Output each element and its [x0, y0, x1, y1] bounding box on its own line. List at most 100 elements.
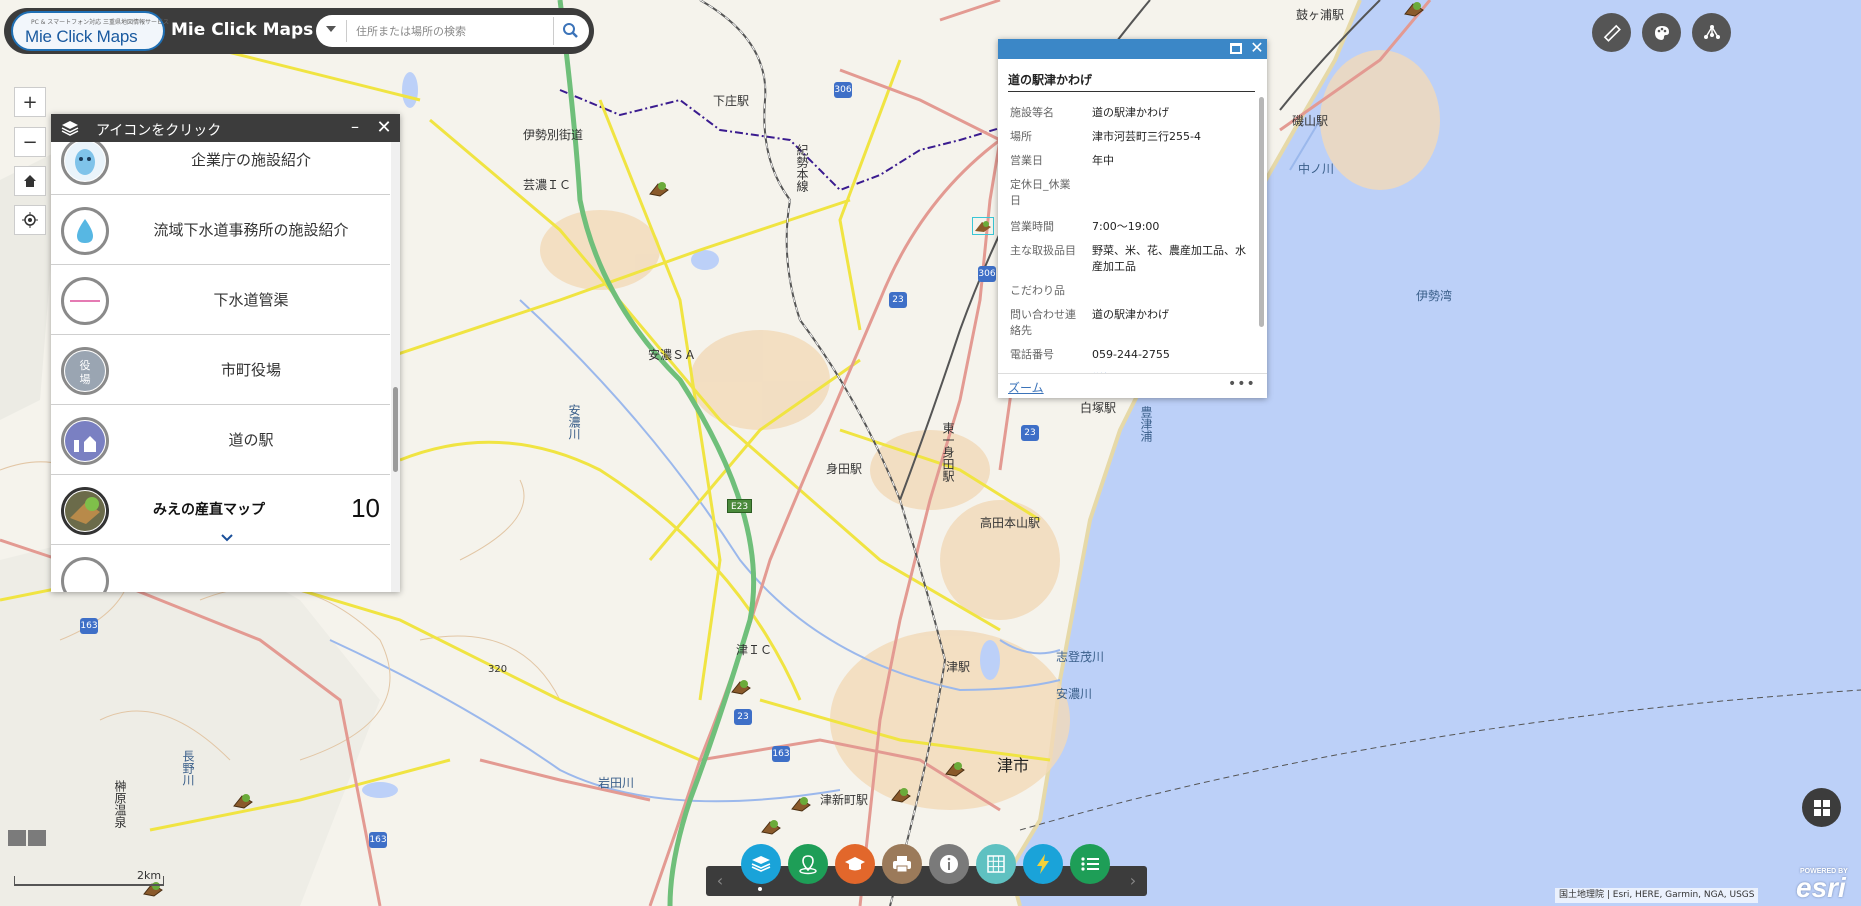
chevron-down-icon[interactable] — [221, 533, 233, 543]
popup-scrollbar[interactable] — [1258, 97, 1265, 373]
overview-toggle-right[interactable] — [28, 830, 46, 846]
field-key: 営業時間 — [1010, 220, 1054, 233]
scroll-thumb[interactable] — [393, 387, 398, 472]
layer-item[interactable]: 道の駅 — [51, 405, 390, 475]
layers-button[interactable] — [741, 844, 781, 884]
list-button[interactable] — [1070, 844, 1110, 884]
layer-item[interactable] — [51, 545, 390, 592]
layer-item[interactable]: 流域下水道事務所の施設紹介 — [51, 195, 390, 265]
field-key: こだわり品 — [1010, 284, 1065, 297]
list-icon — [1081, 857, 1099, 871]
field-value: 野菜、米、花、農産加工品、水産加工品 — [1092, 244, 1246, 273]
print-icon — [893, 856, 911, 873]
farm-marker-icon[interactable] — [944, 760, 966, 778]
layer-item[interactable]: 企業庁の施設紹介 — [51, 142, 390, 195]
more-actions-button[interactable]: ••• — [1228, 376, 1256, 392]
search-source-dropdown[interactable] — [326, 26, 336, 32]
overview-toggle-left[interactable] — [8, 830, 26, 846]
search-button[interactable] — [553, 17, 585, 45]
map-pin-icon — [799, 855, 817, 875]
education-button[interactable] — [835, 844, 875, 884]
map-pin-button[interactable] — [788, 844, 828, 884]
layer-item[interactable]: 下水道管渠 — [51, 265, 390, 335]
map-label: 津ＩＣ — [736, 643, 773, 657]
info-button[interactable] — [929, 844, 969, 884]
popup-close-button[interactable]: ✕ — [1248, 38, 1266, 58]
field-key: 施設等名 — [1010, 106, 1054, 119]
scroll-thumb[interactable] — [1259, 97, 1264, 327]
print-button[interactable] — [882, 844, 922, 884]
map-label: 身田駅 — [826, 462, 863, 476]
farm-marker-icon[interactable] — [648, 180, 670, 198]
map-label: 岩田川 — [598, 776, 635, 790]
field-value: 道の駅津かわげ — [1092, 308, 1169, 321]
route-shield: 163 — [369, 832, 387, 848]
map-label: 津新町駅 — [820, 793, 869, 807]
palette-icon — [1654, 25, 1669, 40]
route-shield: 23 — [889, 292, 907, 308]
close-button[interactable]: ✕ — [371, 114, 397, 142]
layer-item[interactable]: みえの産直マップ 10 — [51, 475, 390, 545]
map-label: 磯山駅 — [1292, 114, 1329, 128]
logo-name: Mie Click Maps — [25, 27, 138, 46]
farm-marker-icon[interactable] — [760, 818, 782, 836]
popup-header: ✕ — [998, 38, 1267, 59]
map-label: 320 — [488, 664, 508, 675]
layer-scrollbar[interactable] — [391, 142, 400, 592]
dock-next-button[interactable]: › — [1125, 872, 1141, 890]
locate-button[interactable] — [14, 205, 46, 235]
farm-marker-icon[interactable] — [730, 678, 752, 696]
minimize-button[interactable]: – — [346, 114, 364, 142]
farm-produce-icon — [61, 487, 109, 535]
grid-icon — [987, 855, 1005, 873]
farm-marker-icon[interactable] — [972, 217, 994, 235]
lightning-button[interactable] — [1023, 844, 1063, 884]
map-label: 伊勢湾 — [1416, 289, 1453, 303]
maximize-icon[interactable] — [1230, 43, 1242, 54]
app-title: Mie Click Maps — [171, 20, 314, 40]
farm-marker-icon[interactable] — [1403, 0, 1425, 18]
attribution: 国土地理院 | Esri, HERE, Garmin, NGA, USGS — [1555, 888, 1759, 903]
layer-icon — [61, 557, 109, 592]
share-button[interactable] — [1692, 13, 1731, 52]
map-label: 伊勢別街道 — [523, 128, 584, 142]
map-label: 津駅 — [946, 660, 971, 674]
layer-panel: アイコンをクリック – ✕ 企業庁の施設紹介 流域下水道事務所の施設紹介 下水道… — [51, 114, 400, 592]
grid-button[interactable] — [976, 844, 1016, 884]
field-key: 場所 — [1010, 130, 1032, 143]
dock-prev-button[interactable]: ‹ — [712, 872, 728, 890]
layer-list: 企業庁の施設紹介 流域下水道事務所の施設紹介 下水道管渠 役場 市町役場 道の駅… — [51, 142, 390, 592]
app-header: PC & スマートフォン対応 三重県地図情報サービス Mie Click Map… — [4, 8, 594, 54]
search-box — [316, 15, 589, 47]
map-label: 高田本山駅 — [980, 516, 1041, 530]
apps-button[interactable] — [1802, 788, 1841, 827]
home-button[interactable] — [14, 166, 46, 196]
zoom-in-button[interactable]: + — [14, 87, 46, 117]
layer-label: 市町役場 — [220, 361, 281, 379]
farm-marker-icon[interactable] — [890, 786, 912, 804]
search-input[interactable] — [356, 21, 536, 41]
farm-marker-icon[interactable] — [232, 792, 254, 810]
water-mascot-icon — [61, 142, 109, 185]
layer-label: みえの産直マップ — [153, 502, 265, 518]
overview-toggle[interactable] — [8, 830, 46, 846]
measure-button[interactable] — [1592, 13, 1631, 52]
farm-marker-icon[interactable] — [790, 795, 812, 813]
esri-logo[interactable]: POWERED BY esri — [1796, 868, 1856, 904]
layer-label: 下水道管渠 — [213, 291, 289, 309]
search-icon — [563, 23, 578, 38]
zoom-out-button[interactable]: − — [14, 127, 46, 157]
svg-text:場: 場 — [80, 373, 91, 386]
field-key: 主な取扱品目 — [1010, 244, 1076, 257]
zoom-to-link[interactable]: ズーム — [1008, 379, 1044, 396]
map-label: 津市 — [997, 756, 1030, 775]
map-label: 安濃ＳＡ — [648, 348, 697, 362]
network-icon — [1703, 24, 1720, 39]
map-label: 安濃川 — [1056, 687, 1093, 701]
layer-item[interactable]: 役場 市町役場 — [51, 335, 390, 405]
popup-footer: ズーム ••• — [998, 373, 1267, 398]
app-logo[interactable]: PC & スマートフォン対応 三重県地図情報サービス Mie Click Map… — [11, 11, 169, 51]
map-label: 長野川 — [181, 750, 195, 786]
water-drop-icon — [61, 207, 109, 255]
draw-button[interactable] — [1642, 13, 1681, 52]
